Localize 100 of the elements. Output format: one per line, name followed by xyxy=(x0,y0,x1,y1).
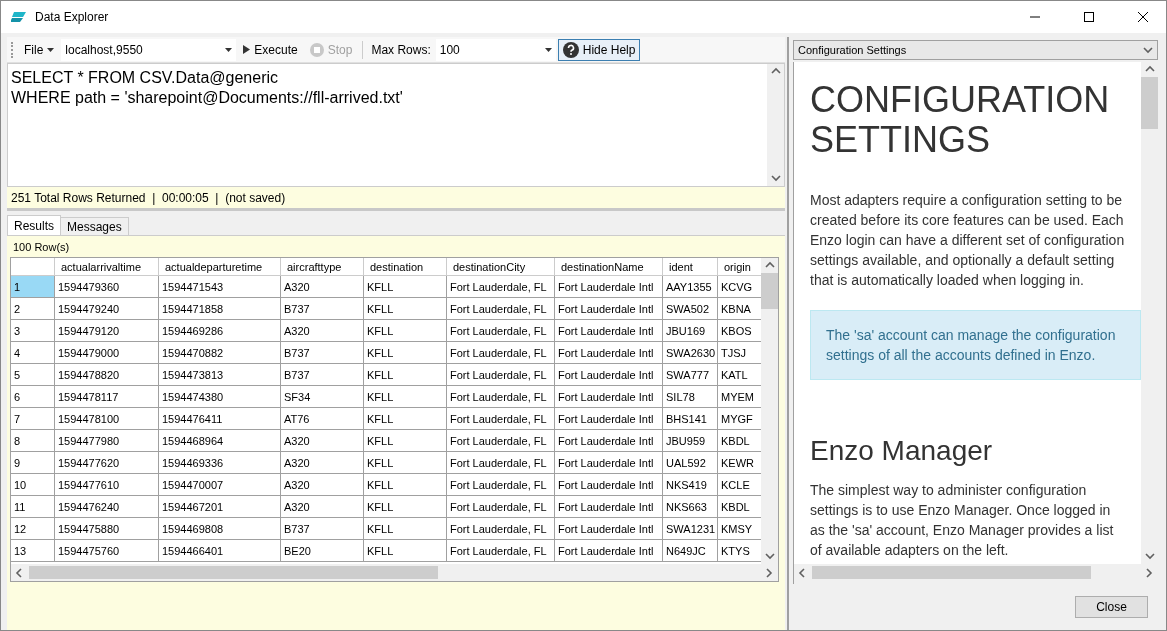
table-cell: Fort Lauderdale, FL xyxy=(447,474,555,496)
table-cell: Fort Lauderdale, FL xyxy=(447,518,555,540)
scroll-thumb[interactable] xyxy=(1141,77,1158,129)
row-number[interactable]: 10 xyxy=(11,474,55,496)
table-cell: Fort Lauderdale Intl xyxy=(555,276,663,298)
max-rows-dropdown[interactable]: 100 xyxy=(435,38,556,61)
table-cell: 1594475880 xyxy=(55,518,159,540)
chevron-down-icon[interactable] xyxy=(1143,45,1153,55)
table-cell: JBU959 xyxy=(663,430,718,452)
table-cell: 1594467201 xyxy=(159,496,281,518)
table-cell: SWA1231 xyxy=(663,518,718,540)
row-number[interactable]: 1 xyxy=(11,276,55,298)
table-cell: 1594474380 xyxy=(159,386,281,408)
server-dropdown[interactable]: localhost,9550 xyxy=(61,38,237,61)
table-cell: A320 xyxy=(281,452,364,474)
row-number[interactable]: 11 xyxy=(11,496,55,518)
table-cell: JBU169 xyxy=(663,320,718,342)
table-cell: Fort Lauderdale Intl xyxy=(555,386,663,408)
table-cell: Fort Lauderdale Intl xyxy=(555,540,663,562)
scroll-down-icon[interactable] xyxy=(770,173,781,183)
window-title: Data Explorer xyxy=(35,10,110,24)
table-cell: BHS141 xyxy=(663,408,718,430)
row-number[interactable]: 4 xyxy=(11,342,55,364)
table-cell: A320 xyxy=(281,474,364,496)
stop-icon xyxy=(309,42,324,57)
row-number[interactable]: 9 xyxy=(11,452,55,474)
table-cell: 1594471858 xyxy=(159,298,281,320)
table-cell: KFLL xyxy=(364,496,447,518)
table-cell: Fort Lauderdale, FL xyxy=(447,430,555,452)
row-number[interactable]: 5 xyxy=(11,364,55,386)
table-cell: Fort Lauderdale Intl xyxy=(555,496,663,518)
table-cell: Fort Lauderdale Intl xyxy=(555,430,663,452)
table-cell: 1594476411 xyxy=(159,408,281,430)
scroll-down-icon[interactable] xyxy=(764,551,775,561)
tab[interactable]: Results xyxy=(7,215,61,235)
table-cell: 1594466401 xyxy=(159,540,281,562)
table-cell: 1594470007 xyxy=(159,474,281,496)
table-cell: KFLL xyxy=(364,408,447,430)
table-cell: AT76 xyxy=(281,408,364,430)
table-cell: 1594477620 xyxy=(55,452,159,474)
table-cell: NKS663 xyxy=(663,496,718,518)
table-cell: 1594469286 xyxy=(159,320,281,342)
scroll-left-icon[interactable] xyxy=(15,567,25,578)
table-cell: SWA2630 xyxy=(663,342,718,364)
table-cell: A320 xyxy=(281,496,364,518)
scroll-right-icon[interactable] xyxy=(1144,567,1154,578)
table-cell: 1594469336 xyxy=(159,452,281,474)
table-cell: KFLL xyxy=(364,474,447,496)
table-cell: Fort Lauderdale Intl xyxy=(555,518,663,540)
status-text: 251 Total Rows Returned | 00:00:05 | (not saved) xyxy=(11,190,286,205)
table-cell: Fort Lauderdale Intl xyxy=(555,474,663,496)
scroll-left-icon[interactable] xyxy=(798,567,808,578)
table-cell: Fort Lauderdale Intl xyxy=(555,342,663,364)
table-cell: Fort Lauderdale, FL xyxy=(447,364,555,386)
table-cell: 1594469808 xyxy=(159,518,281,540)
table-cell: Fort Lauderdale, FL xyxy=(447,540,555,562)
file-menu[interactable]: File xyxy=(19,38,60,61)
scroll-thumb[interactable] xyxy=(29,566,439,579)
table-cell: Fort Lauderdale, FL xyxy=(447,408,555,430)
scroll-right-icon[interactable] xyxy=(764,567,774,578)
table-cell: KFLL xyxy=(364,276,447,298)
table-cell: 1594478100 xyxy=(55,408,159,430)
help-heading: Enzo Manager xyxy=(810,434,994,468)
close-dialog-button[interactable]: Close xyxy=(1075,596,1148,618)
table-cell: KFLL xyxy=(364,320,447,342)
table-cell: Fort Lauderdale Intl xyxy=(555,298,663,320)
row-number[interactable]: 13 xyxy=(11,540,55,562)
table-cell: SWA502 xyxy=(663,298,718,320)
execute-button[interactable]: Execute xyxy=(238,38,303,61)
table-cell: Fort Lauderdale, FL xyxy=(447,342,555,364)
row-number[interactable]: 6 xyxy=(11,386,55,408)
table-cell: Fort Lauderdale, FL xyxy=(447,496,555,518)
table-cell: 1594475760 xyxy=(55,540,159,562)
help-note: The 'sa' account can manage the configuration settings of all the accounts defined in Enzo. xyxy=(810,310,1141,380)
table-cell: KFLL xyxy=(364,386,447,408)
table-cell: KFLL xyxy=(364,342,447,364)
maximize-icon xyxy=(1084,12,1094,22)
close-icon xyxy=(1138,12,1148,22)
topic-dropdown[interactable]: Configuration Settings xyxy=(793,40,1158,60)
table-cell: UAL592 xyxy=(663,452,718,474)
table-cell: 1594479000 xyxy=(55,342,159,364)
table-cell: Fort Lauderdale, FL xyxy=(447,298,555,320)
row-number[interactable]: 8 xyxy=(11,430,55,452)
row-number[interactable]: 7 xyxy=(11,408,55,430)
scroll-thumb[interactable] xyxy=(812,566,1091,579)
row-number[interactable]: 2 xyxy=(11,298,55,320)
hide-help-button[interactable]: Hide Help xyxy=(557,38,641,61)
table-cell: 1594476240 xyxy=(55,496,159,518)
scroll-down-icon[interactable] xyxy=(1144,551,1155,561)
row-number[interactable]: 12 xyxy=(11,518,55,540)
table-cell: KFLL xyxy=(364,452,447,474)
table-cell: 1594478820 xyxy=(55,364,159,386)
table-cell: B737 xyxy=(281,518,364,540)
table-cell: AAY1355 xyxy=(663,276,718,298)
tab[interactable]: Messages xyxy=(60,217,129,235)
table-cell: 1594468964 xyxy=(159,430,281,452)
table-cell: BE20 xyxy=(281,540,364,562)
scroll-thumb[interactable] xyxy=(761,273,778,309)
table-cell: KFLL xyxy=(364,364,447,386)
row-number[interactable]: 3 xyxy=(11,320,55,342)
